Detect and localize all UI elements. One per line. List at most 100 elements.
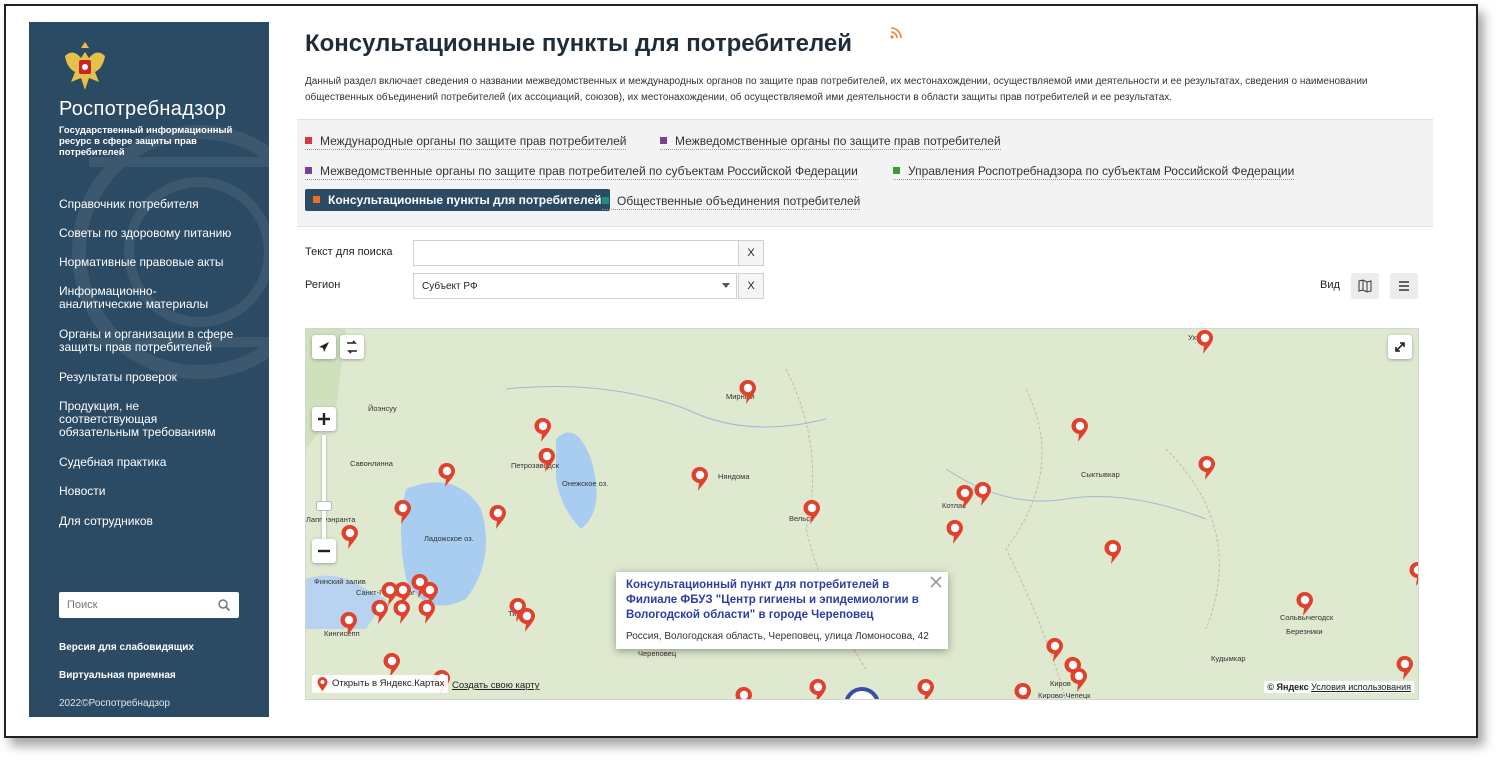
category-public-associations[interactable]: Общественные объединения потребителей [602,194,861,210]
category-marker [893,167,900,174]
category-international[interactable]: Международные органы по защите прав потр… [305,134,627,150]
map[interactable]: Йоэнсуу Савонлинна Лаппеэнранта Петрозав… [305,328,1419,700]
fullscreen-button[interactable] [1388,335,1412,359]
map-pin-marker[interactable] [438,462,456,488]
plus-icon [318,413,330,425]
map-city-label: Няндома [718,472,750,481]
sidebar-item-legal-acts[interactable]: Нормативные правовые акты [59,256,223,269]
map-city-label: Йоэнсуу [368,404,397,413]
zoom-out-button[interactable] [312,539,336,563]
category-label: Управления Роспотребнадзора по субъектам… [908,164,1295,178]
balloon-title[interactable]: Консультационный пункт для потребителей … [626,578,926,623]
map-city-label: Кудымкар [1211,654,1246,663]
map-pin-icon [317,677,328,691]
category-marker [305,167,312,174]
map-pin-marker[interactable] [1070,667,1088,693]
map-pin-marker[interactable] [418,599,436,625]
sidebar-search [59,592,239,618]
sidebar-item-noncompliant-products[interactable]: Продукция, не соответствующая обязательн… [59,400,224,439]
terms-of-use-link[interactable]: Условия использования [1311,682,1411,692]
geolocation-button[interactable] [312,335,336,359]
zoom-slider-track[interactable] [322,435,326,539]
emblem-icon [65,42,105,90]
map-pin-marker[interactable] [534,417,552,443]
category-marker [602,197,609,204]
sidebar-item-nutrition[interactable]: Советы по здоровому питанию [59,227,231,240]
view-label: Вид [1320,279,1340,291]
sidebar-item-news[interactable]: Новости [59,485,105,498]
list-view-button[interactable] [1390,273,1418,299]
map-pin-marker[interactable] [809,678,827,700]
search-icon[interactable] [217,598,231,612]
map-city-label: Савонлинна [350,459,393,468]
cluster-marker[interactable] [844,687,880,700]
map-city-label: Ладожское оз. [424,534,474,543]
map-pin-marker[interactable] [340,611,358,637]
map-pin-marker[interactable] [974,481,992,507]
zoom-slider-handle[interactable] [316,501,332,511]
route-button[interactable] [340,335,364,359]
map-pin-marker[interactable] [691,466,709,492]
map-pin-marker[interactable] [1104,539,1122,565]
map-pin-marker[interactable] [393,599,411,625]
sidebar-item-analytics[interactable]: Информационно-аналитические материалы [59,285,209,311]
map-view-button[interactable] [1351,273,1379,299]
accessibility-link[interactable]: Версия для слабовидящих [59,642,194,653]
map-pin-marker[interactable] [518,607,536,633]
sidebar: Роспотребнадзор Государственный информац… [29,22,269,717]
map-pin-marker[interactable] [739,379,757,405]
map-pin-marker[interactable] [917,678,935,700]
category-consulting-points[interactable]: Консультационные пункты для потребителей [305,189,610,211]
sidebar-item-inspections[interactable]: Результаты проверок [59,371,177,384]
map-pin-marker[interactable] [735,686,753,700]
close-icon[interactable] [930,576,942,588]
map-pin-marker[interactable] [1296,591,1314,617]
map-pin-marker[interactable] [341,524,359,550]
brand-subtitle: Государственный информационный ресурс в … [59,125,233,158]
region-select[interactable] [413,273,737,299]
map-pin-marker[interactable] [1198,455,1216,481]
map-pin-marker[interactable] [1196,329,1214,355]
page-description: Данный раздел включает сведения о назван… [305,76,1368,103]
rss-icon[interactable] [889,26,903,40]
map-pin-marker[interactable] [956,484,974,510]
clear-region-button[interactable]: X [738,273,764,299]
category-label: Общественные объединения потребителей [617,194,861,208]
open-in-yandex-maps-label: Открыть в Яндекс.Картах [332,678,445,689]
map-pin-marker[interactable] [1336,698,1354,700]
zoom-in-button[interactable] [312,407,336,431]
map-pin-marker[interactable] [538,447,556,473]
balloon-address: Россия, Вологодская область, Череповец, … [626,631,929,642]
sidebar-item-staff[interactable]: Для сотрудников [59,515,153,528]
map-pin-marker[interactable] [489,504,507,530]
map-city-label: Финский залив [314,577,366,586]
map-pin-marker[interactable] [1046,637,1064,663]
map-pin-marker[interactable] [1071,417,1089,443]
region-select-value[interactable] [414,274,736,298]
map-pin-marker[interactable] [1409,561,1419,587]
brand-title[interactable]: Роспотребнадзор [59,98,226,121]
search-text-field [413,240,739,266]
category-label: Межведомственные органы по защите прав п… [320,164,858,178]
clear-search-button[interactable]: X [738,240,764,266]
map-pin-marker[interactable] [803,499,821,525]
sidebar-item-organizations[interactable]: Органы и организации в сфере защиты прав… [59,328,249,354]
category-rospotrebnadzor-offices[interactable]: Управления Роспотребнадзора по субъектам… [893,164,1295,180]
open-in-yandex-maps-button[interactable]: Открыть в Яндекс.Картах [312,675,449,693]
map-pin-marker[interactable] [371,599,389,625]
sidebar-item-consumer-guide[interactable]: Справочник потребителя [59,198,199,211]
map-pin-marker[interactable] [1014,682,1032,700]
sidebar-search-input[interactable] [59,592,209,618]
search-text-input[interactable] [414,241,738,265]
category-interdepartmental[interactable]: Межведомственные органы по защите прав п… [660,134,1001,150]
map-pin-marker[interactable] [946,519,964,545]
virtual-reception-link[interactable]: Виртуальная приемная [59,670,176,681]
sidebar-item-court-practice[interactable]: Судебная практика [59,456,166,469]
map-icon [1358,279,1372,293]
map-pin-marker[interactable] [1396,655,1414,681]
create-map-link[interactable]: Создать свою карту [452,680,539,691]
map-pin-marker[interactable] [394,499,412,525]
sidebar-copyright: 2022©Роспотребнадзор [59,698,170,709]
map-city-label: Лаппеэнранта [306,515,356,524]
category-interdepartmental-regions[interactable]: Межведомственные органы по защите прав п… [305,164,858,180]
